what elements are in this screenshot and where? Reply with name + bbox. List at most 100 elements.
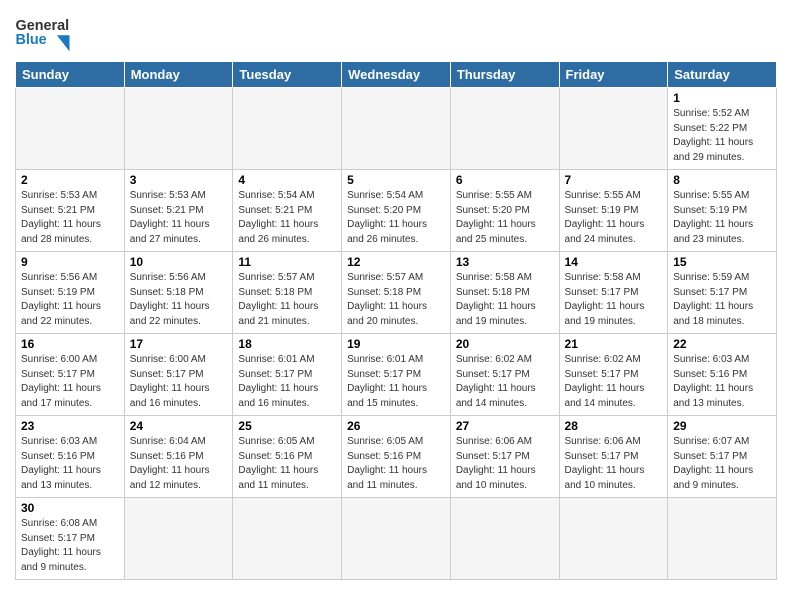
sunset-text: Sunset: 5:16 PM: [130, 450, 228, 465]
sunset-text: Sunset: 5:21 PM: [21, 204, 119, 219]
day-cell: [559, 88, 668, 170]
weekday-header-row: SundayMondayTuesdayWednesdayThursdayFrid…: [16, 62, 777, 88]
sunset-text: Sunset: 5:18 PM: [238, 286, 336, 301]
daylight-text: Daylight: 11 hours and 10 minutes.: [565, 464, 663, 493]
daylight-text: Daylight: 11 hours and 11 minutes.: [347, 464, 445, 493]
sunset-text: Sunset: 5:20 PM: [456, 204, 554, 219]
weekday-monday: Monday: [124, 62, 233, 88]
day-cell: 1Sunrise: 5:52 AMSunset: 5:22 PMDaylight…: [668, 88, 777, 170]
sunrise-text: Sunrise: 6:01 AM: [347, 353, 445, 368]
day-cell: 26Sunrise: 6:05 AMSunset: 5:16 PMDayligh…: [342, 416, 451, 498]
sunrise-text: Sunrise: 5:57 AM: [238, 271, 336, 286]
sunset-text: Sunset: 5:17 PM: [456, 368, 554, 383]
day-number: 30: [21, 501, 119, 515]
day-cell: 30Sunrise: 6:08 AMSunset: 5:17 PMDayligh…: [16, 498, 125, 580]
daylight-text: Daylight: 11 hours and 25 minutes.: [456, 218, 554, 247]
daylight-text: Daylight: 11 hours and 16 minutes.: [130, 382, 228, 411]
day-info: Sunrise: 5:57 AMSunset: 5:18 PMDaylight:…: [238, 271, 336, 329]
sunset-text: Sunset: 5:20 PM: [347, 204, 445, 219]
day-cell: 11Sunrise: 5:57 AMSunset: 5:18 PMDayligh…: [233, 252, 342, 334]
sunrise-text: Sunrise: 5:56 AM: [130, 271, 228, 286]
daylight-text: Daylight: 11 hours and 18 minutes.: [673, 300, 771, 329]
sunrise-text: Sunrise: 6:05 AM: [238, 435, 336, 450]
day-info: Sunrise: 6:00 AMSunset: 5:17 PMDaylight:…: [130, 353, 228, 411]
day-info: Sunrise: 6:06 AMSunset: 5:17 PMDaylight:…: [456, 435, 554, 493]
day-cell: [559, 498, 668, 580]
daylight-text: Daylight: 11 hours and 11 minutes.: [238, 464, 336, 493]
day-info: Sunrise: 5:58 AMSunset: 5:18 PMDaylight:…: [456, 271, 554, 329]
sunrise-text: Sunrise: 5:59 AM: [673, 271, 771, 286]
day-cell: 3Sunrise: 5:53 AMSunset: 5:21 PMDaylight…: [124, 170, 233, 252]
page: General Blue SundayMondayTuesdayWednesda…: [0, 0, 792, 590]
daylight-text: Daylight: 11 hours and 28 minutes.: [21, 218, 119, 247]
daylight-text: Daylight: 11 hours and 9 minutes.: [21, 546, 119, 575]
weekday-saturday: Saturday: [668, 62, 777, 88]
sunrise-text: Sunrise: 6:03 AM: [21, 435, 119, 450]
day-info: Sunrise: 6:07 AMSunset: 5:17 PMDaylight:…: [673, 435, 771, 493]
svg-text:Blue: Blue: [16, 32, 47, 48]
day-number: 3: [130, 173, 228, 187]
sunset-text: Sunset: 5:17 PM: [565, 286, 663, 301]
weekday-tuesday: Tuesday: [233, 62, 342, 88]
sunrise-text: Sunrise: 6:08 AM: [21, 517, 119, 532]
sunset-text: Sunset: 5:17 PM: [456, 450, 554, 465]
day-number: 13: [456, 255, 554, 269]
day-info: Sunrise: 6:01 AMSunset: 5:17 PMDaylight:…: [347, 353, 445, 411]
day-number: 24: [130, 419, 228, 433]
sunset-text: Sunset: 5:16 PM: [347, 450, 445, 465]
day-number: 14: [565, 255, 663, 269]
daylight-text: Daylight: 11 hours and 24 minutes.: [565, 218, 663, 247]
day-number: 4: [238, 173, 336, 187]
daylight-text: Daylight: 11 hours and 9 minutes.: [673, 464, 771, 493]
daylight-text: Daylight: 11 hours and 14 minutes.: [565, 382, 663, 411]
sunrise-text: Sunrise: 6:01 AM: [238, 353, 336, 368]
daylight-text: Daylight: 11 hours and 26 minutes.: [347, 218, 445, 247]
sunrise-text: Sunrise: 5:53 AM: [21, 189, 119, 204]
day-info: Sunrise: 6:00 AMSunset: 5:17 PMDaylight:…: [21, 353, 119, 411]
sunrise-text: Sunrise: 5:53 AM: [130, 189, 228, 204]
day-info: Sunrise: 5:57 AMSunset: 5:18 PMDaylight:…: [347, 271, 445, 329]
day-cell: 29Sunrise: 6:07 AMSunset: 5:17 PMDayligh…: [668, 416, 777, 498]
sunset-text: Sunset: 5:21 PM: [130, 204, 228, 219]
day-info: Sunrise: 6:05 AMSunset: 5:16 PMDaylight:…: [347, 435, 445, 493]
day-number: 28: [565, 419, 663, 433]
day-cell: 6 Sunrise: 5:55 AMSunset: 5:20 PMDaylight…: [450, 170, 559, 252]
day-cell: 7Sunrise: 5:55 AMSunset: 5:19 PMDaylight…: [559, 170, 668, 252]
sunrise-text: Sunrise: 5:55 AM: [673, 189, 771, 204]
daylight-text: Daylight: 11 hours and 19 minutes.: [565, 300, 663, 329]
sunset-text: Sunset: 5:19 PM: [673, 204, 771, 219]
day-cell: [233, 498, 342, 580]
day-cell: [342, 498, 451, 580]
day-info: Sunrise: 6:05 AMSunset: 5:16 PMDaylight:…: [238, 435, 336, 493]
day-number: 6: [456, 173, 554, 187]
sunrise-text: Sunrise: 6:00 AM: [130, 353, 228, 368]
day-cell: [450, 498, 559, 580]
daylight-text: Daylight: 11 hours and 22 minutes.: [21, 300, 119, 329]
day-number: 16: [21, 337, 119, 351]
day-number: 17: [130, 337, 228, 351]
weekday-thursday: Thursday: [450, 62, 559, 88]
sunrise-text: Sunrise: 5:55 AM: [456, 189, 554, 204]
sunset-text: Sunset: 5:18 PM: [347, 286, 445, 301]
sunset-text: Sunset: 5:17 PM: [673, 450, 771, 465]
sunrise-text: Sunrise: 5:55 AM: [565, 189, 663, 204]
day-cell: 2Sunrise: 5:53 AMSunset: 5:21 PMDaylight…: [16, 170, 125, 252]
day-cell: [124, 498, 233, 580]
day-number: 12: [347, 255, 445, 269]
day-number: 21: [565, 337, 663, 351]
daylight-text: Daylight: 11 hours and 21 minutes.: [238, 300, 336, 329]
week-row-3: 9Sunrise: 5:56 AMSunset: 5:19 PMDaylight…: [16, 252, 777, 334]
sunset-text: Sunset: 5:16 PM: [238, 450, 336, 465]
day-cell: 25Sunrise: 6:05 AMSunset: 5:16 PMDayligh…: [233, 416, 342, 498]
daylight-text: Daylight: 11 hours and 20 minutes.: [347, 300, 445, 329]
sunset-text: Sunset: 5:22 PM: [673, 122, 771, 137]
day-info: Sunrise: 5:55 AMSunset: 5:20 PMDaylight:…: [456, 189, 554, 247]
day-info: Sunrise: 6:03 AMSunset: 5:16 PMDaylight:…: [673, 353, 771, 411]
day-cell: 23Sunrise: 6:03 AMSunset: 5:16 PMDayligh…: [16, 416, 125, 498]
sunset-text: Sunset: 5:19 PM: [21, 286, 119, 301]
sunset-text: Sunset: 5:17 PM: [565, 450, 663, 465]
day-number: 27: [456, 419, 554, 433]
day-number: 8: [673, 173, 771, 187]
day-number: 7: [565, 173, 663, 187]
day-number: 10: [130, 255, 228, 269]
